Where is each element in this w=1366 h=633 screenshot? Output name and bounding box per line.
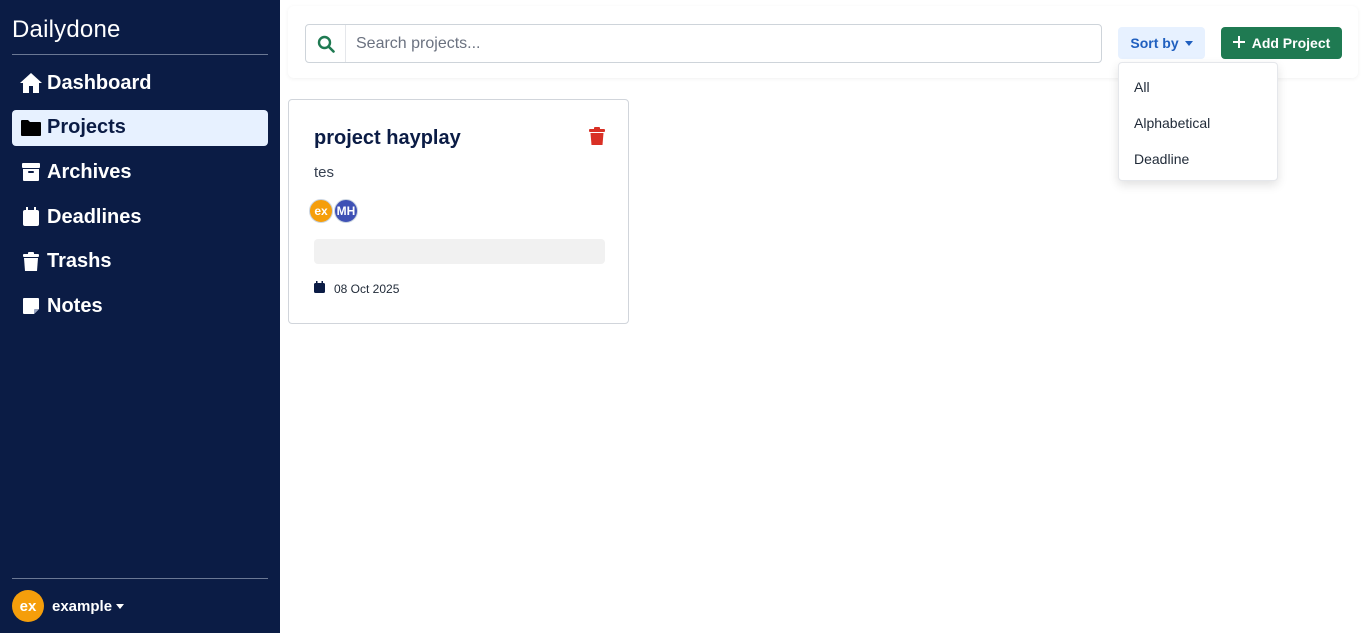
calendar-icon [314,281,325,296]
add-project-label: Add Project [1251,35,1331,51]
trash-icon [589,127,605,145]
folder-icon [19,117,43,139]
sidebar-item-label: Notes [47,294,103,317]
home-icon [19,72,43,94]
delete-project-button[interactable] [589,127,605,150]
sidebar-item-label: Archives [47,160,132,183]
sort-option-alphabetical[interactable]: Alphabetical [1119,105,1277,141]
avatar[interactable]: ex [309,199,333,223]
sidebar: Dailydone Dashboard Projects Archives De… [0,0,280,633]
sort-button-label: Sort by [1130,35,1179,51]
project-title[interactable]: project hayplay [314,127,461,150]
sidebar-item-label: Trashs [47,250,112,273]
plus-icon [1232,35,1245,51]
chevron-down-icon [1184,40,1193,46]
chevron-down-icon [116,603,125,609]
sidebar-item-notes[interactable]: Notes [12,288,268,324]
trash-icon [19,251,43,273]
sidebar-item-dashboard[interactable]: Dashboard [12,65,268,101]
sidebar-nav: Dashboard Projects Archives Deadlines Tr… [12,65,268,333]
app-brand[interactable]: Dailydone [12,16,121,44]
sidebar-item-deadlines[interactable]: Deadlines [12,199,268,235]
progress-bar [314,239,605,264]
member-avatars: ex MH [309,199,358,223]
deadline-date: 08 Oct 2025 [334,281,400,296]
sort-option-deadline[interactable]: Deadline [1119,141,1277,177]
avatar[interactable]: MH [334,199,358,223]
sidebar-item-label: Dashboard [47,71,152,94]
archive-icon [19,161,43,183]
project-deadline: 08 Oct 2025 [314,281,399,296]
sidebar-divider-top [12,54,268,55]
avatar: ex [12,590,44,622]
user-menu[interactable]: ex example [12,590,125,622]
search-icon [306,25,346,62]
note-icon [19,295,43,317]
sort-button[interactable]: Sort by [1118,27,1205,59]
sidebar-item-label: Projects [47,116,126,139]
sidebar-item-label: Deadlines [47,205,142,228]
search-input[interactable] [346,25,1101,62]
project-description: tes [314,164,335,181]
sidebar-item-projects[interactable]: Projects [12,109,268,146]
sidebar-item-archives[interactable]: Archives [12,154,268,190]
sidebar-item-trashs[interactable]: Trashs [12,244,268,280]
sort-dropdown-menu: All Alphabetical Deadline [1118,62,1278,181]
sort-option-all[interactable]: All [1119,69,1277,105]
add-project-button[interactable]: Add Project [1221,27,1342,59]
search-box [305,24,1102,63]
project-card[interactable]: project hayplay tes ex MH 08 Oct 2025 [288,99,629,324]
sidebar-divider-bottom [12,578,268,579]
user-name: example [52,597,113,615]
calendar-icon [19,206,43,228]
